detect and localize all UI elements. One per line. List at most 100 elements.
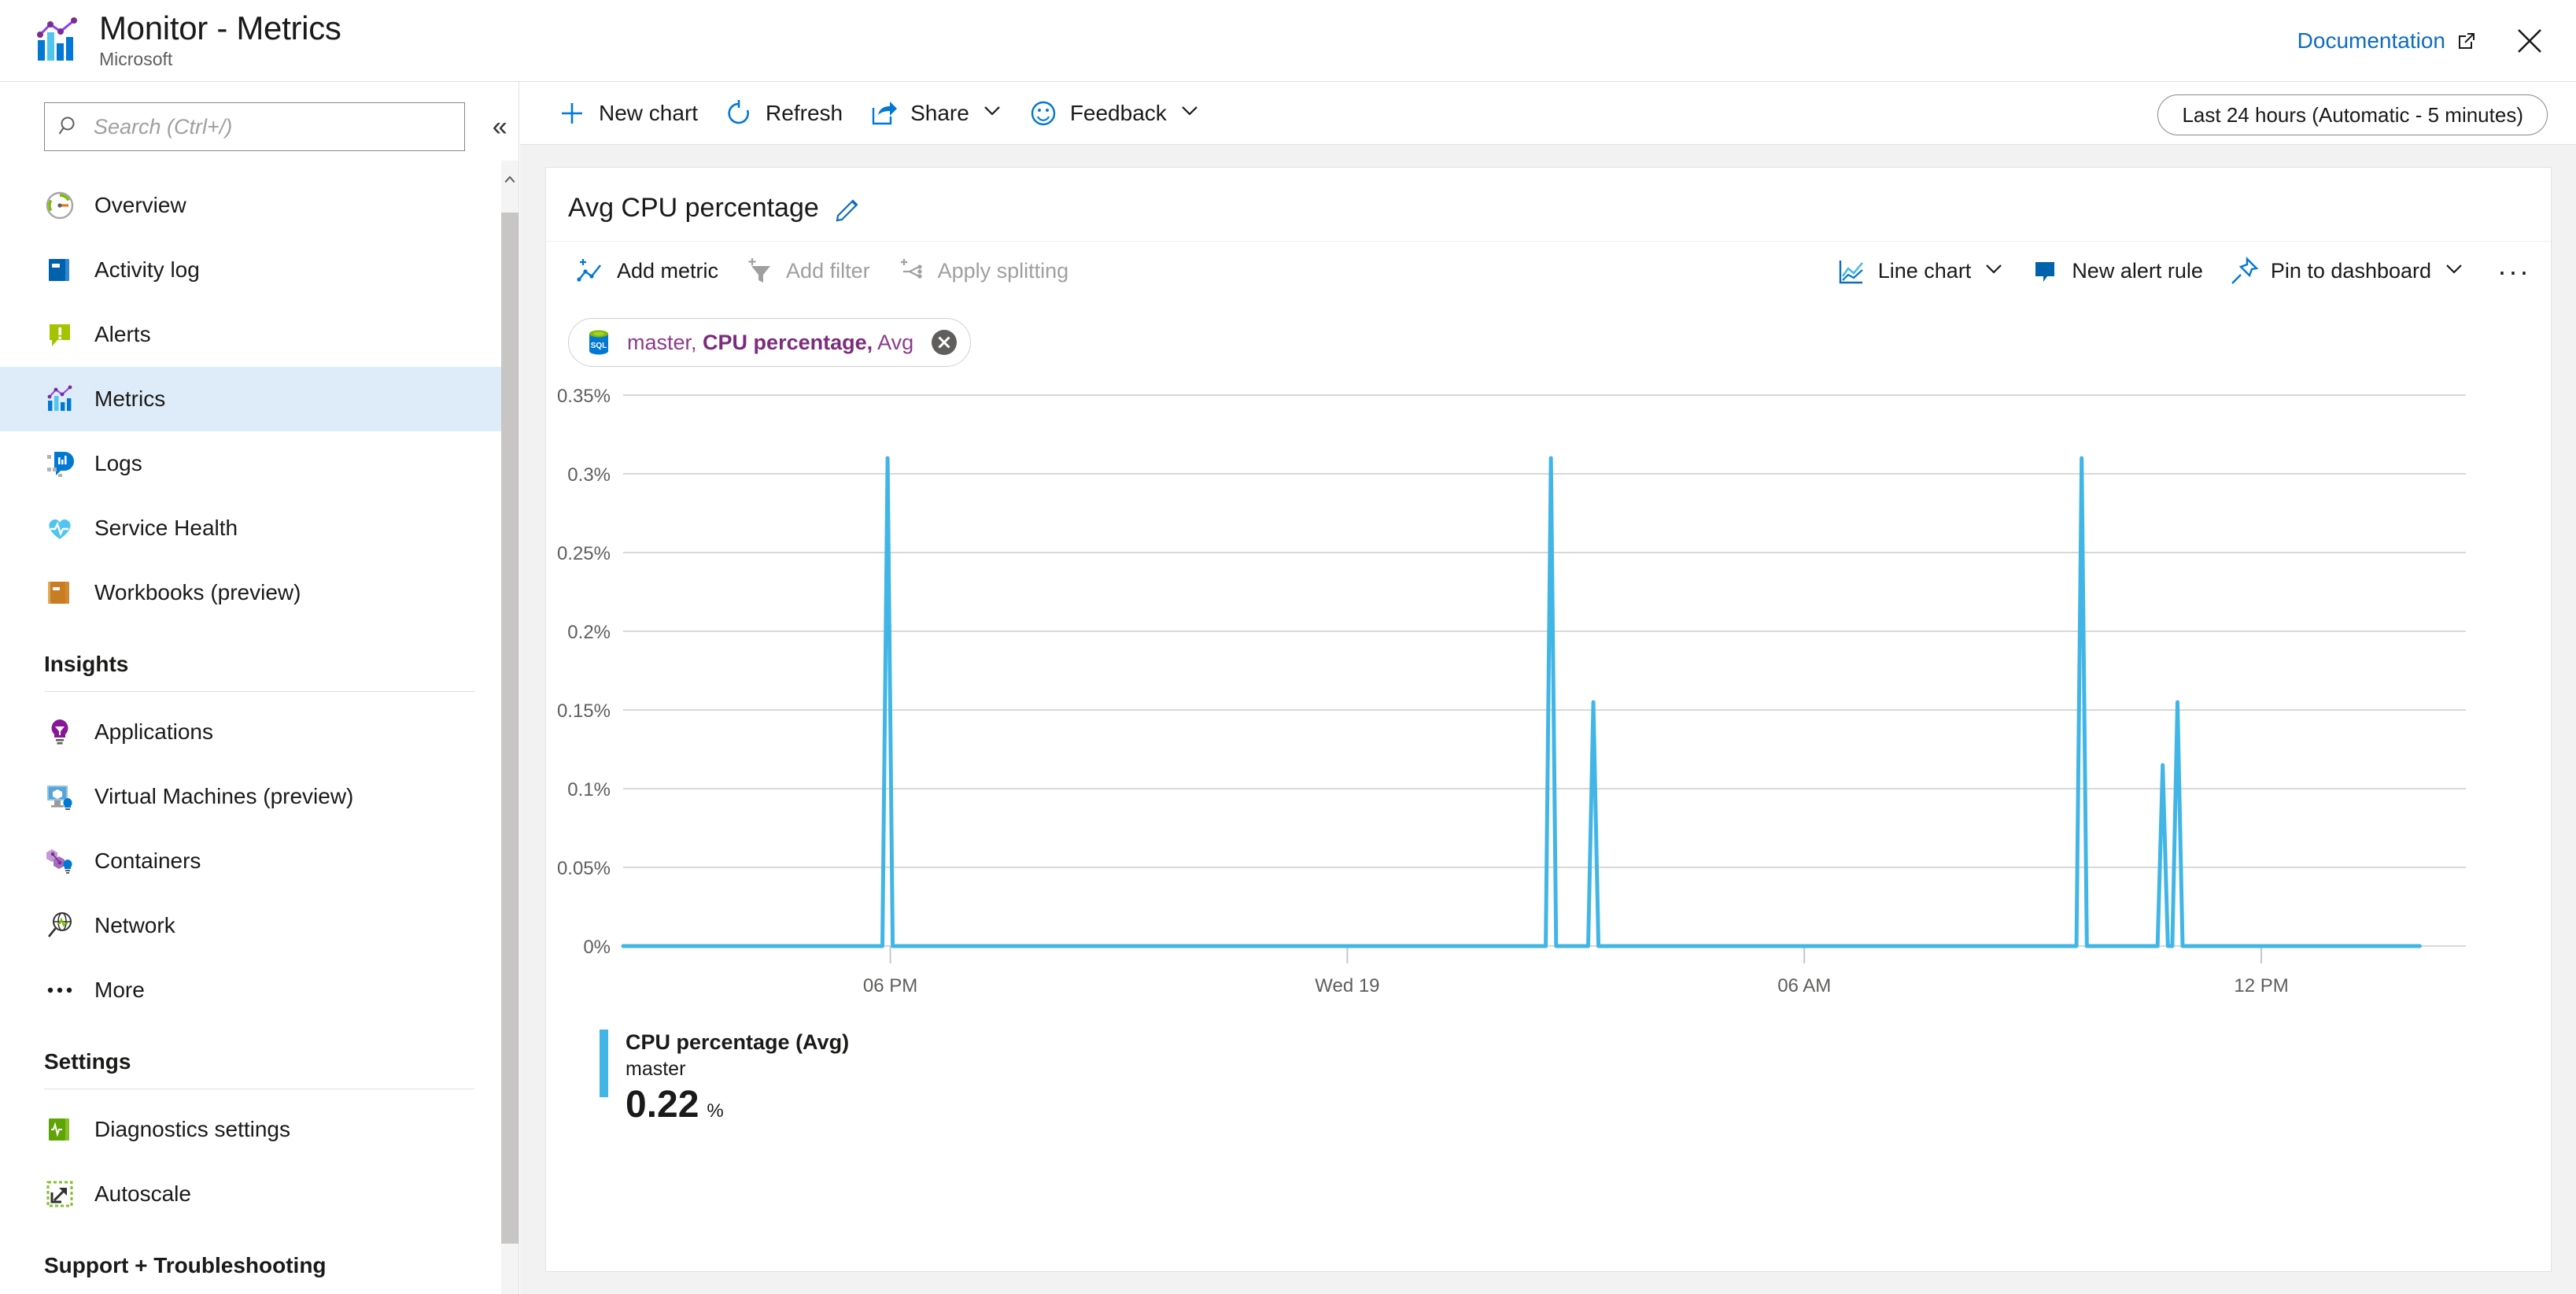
sidebar-item-autoscale[interactable]: Autoscale [0,1162,519,1226]
sidebar-item-applications[interactable]: Applications [0,700,519,764]
edit-pencil-icon[interactable] [835,195,862,222]
metric-chip-aggregation: Avg [877,330,914,354]
share-icon [868,98,899,129]
containers-icon [44,845,76,877]
new-chart-button[interactable]: New chart [544,82,710,145]
sidebar-item-label: Alerts [94,322,151,346]
monitor-metrics-icon [33,17,82,65]
sidebar-item-label: Applications [94,719,213,744]
add-metric-button[interactable]: Add metric [562,242,731,301]
sidebar-divider [44,691,474,692]
time-range-picker[interactable]: Last 24 hours (Automatic - 5 minutes) [2157,94,2548,135]
page-title: Monitor - Metrics [99,9,341,47]
sidebar-section-support: Support + Troubleshooting [44,1253,327,1277]
share-button[interactable]: Share [855,82,1015,145]
new-alert-rule-button[interactable]: New alert rule [2017,242,2216,301]
add-filter-label: Add filter [786,259,870,283]
metric-chip-text: master, CPU percentage, Avg [627,331,913,355]
x-axis-tick-label: 06 AM [1777,975,1831,996]
lightbulb-purple-icon [44,716,76,748]
sidebar-item-virtual-machines[interactable]: Virtual Machines (preview) [0,764,519,829]
sidebar-scrollbar-thumb[interactable] [501,213,519,1244]
sidebar-item-workbooks[interactable]: Workbooks (preview) [0,560,519,625]
y-axis-tick-label: 0.2% [567,622,611,643]
sidebar-item-more[interactable]: More [0,958,519,1022]
chevron-down-icon [982,100,1002,126]
refresh-icon [723,98,755,129]
chart-legend: CPU percentage (Avg) master 0.22 % [546,1030,2551,1124]
diagnostics-green-icon [44,1114,76,1145]
main-content: New chart Refresh Share Feedback Last 24… [520,82,2576,1294]
search-box[interactable] [44,102,466,151]
feedback-label: Feedback [1069,100,1167,125]
sidebar-item-overview[interactable]: Overview [0,173,519,238]
pin-to-dashboard-button[interactable]: Pin to dashboard [2216,242,2477,301]
sidebar-item-containers[interactable]: Containers [0,829,519,893]
y-axis-tick-label: 0.25% [557,543,611,564]
refresh-button[interactable]: Refresh [710,82,855,145]
feedback-button[interactable]: Feedback [1015,82,1212,145]
y-axis-tick-label: 0.35% [557,386,611,407]
more-commands-button[interactable]: ··· [2477,257,2551,286]
sidebar-item-activity-log[interactable]: Activity log [0,238,519,302]
sidebar-item-label: More [94,978,145,1002]
scroll-up-icon[interactable] [501,161,519,200]
alert-green-icon [44,319,76,350]
sidebar-item-label: Overview [94,193,186,217]
legend-color-swatch [600,1030,608,1097]
metric-chip-metric: CPU percentage, [703,330,873,354]
search-icon [57,114,83,139]
sidebar: « Overview [0,82,519,1294]
sidebar-scrollbar[interactable] [501,161,519,1294]
add-metric-icon [574,256,606,287]
y-axis-tick-label: 0.05% [557,858,611,879]
chart-plot: 0.35% 0.3% 0.25% 0.2% 0.15% 0.1% 0.05% 0% 06 PM W… [546,381,2551,1026]
sidebar-item-metrics[interactable]: Metrics [0,367,519,431]
pin-to-dashboard-label: Pin to dashboard [2270,259,2432,283]
sidebar-item-alerts[interactable]: Alerts [0,302,519,367]
metrics-chart-icon [44,383,76,415]
heart-pulse-icon [44,512,76,544]
alert-rule-icon [2029,256,2061,287]
chart-title: Avg CPU percentage [568,193,819,223]
apply-splitting-button[interactable]: Apply splitting [883,242,1082,301]
search-input[interactable] [92,113,452,140]
sidebar-item-service-health[interactable]: Service Health [0,496,519,560]
chart-series-line [621,456,2422,948]
pin-icon [2228,256,2260,287]
network-globe-icon [44,910,76,941]
apply-splitting-label: Apply splitting [937,259,1069,283]
title-bar: Monitor - Metrics Microsoft Documentatio… [0,0,2576,82]
metric-chip-row: SQL master, CPU percentage, Avg [546,301,2551,367]
chart-type-label: Line chart [1877,259,1972,283]
collapse-sidebar-icon[interactable]: « [481,108,519,146]
legend-resource-name: master [626,1057,686,1080]
x-axis-tick-label: 12 PM [2234,975,2288,996]
more-dots-icon [44,974,76,1006]
metric-chip-resource: master, [627,330,697,354]
add-metric-label: Add metric [617,259,719,283]
documentation-label: Documentation [2297,28,2445,53]
documentation-link[interactable]: Documentation [2297,28,2477,54]
new-chart-label: New chart [599,100,699,125]
sidebar-item-diagnostics-settings[interactable]: Diagnostics settings [0,1097,519,1162]
chart-type-button[interactable]: Line chart [1823,242,2017,301]
sidebar-item-label: Service Health [94,516,238,540]
sidebar-search-row: « [0,82,519,151]
metric-chip[interactable]: SQL master, CPU percentage, Avg [568,318,972,367]
logs-icon [44,448,76,479]
chevron-down-icon [1984,258,2004,284]
sidebar-item-network[interactable]: Network [0,893,519,958]
external-link-icon [2456,31,2477,51]
sidebar-item-label: Containers [94,848,201,873]
close-icon[interactable] [2513,24,2546,57]
new-alert-rule-label: New alert rule [2072,259,2203,283]
sidebar-item-logs[interactable]: Logs [0,431,519,496]
gauge-icon [44,190,76,221]
remove-metric-icon[interactable] [928,326,961,359]
sidebar-section-insights: Insights [44,652,129,676]
svg-text:SQL: SQL [591,342,607,350]
legend-series-name: CPU percentage (Avg) [626,1030,850,1054]
add-filter-button[interactable]: Add filter [731,242,883,301]
chevron-down-icon [1179,100,1200,126]
